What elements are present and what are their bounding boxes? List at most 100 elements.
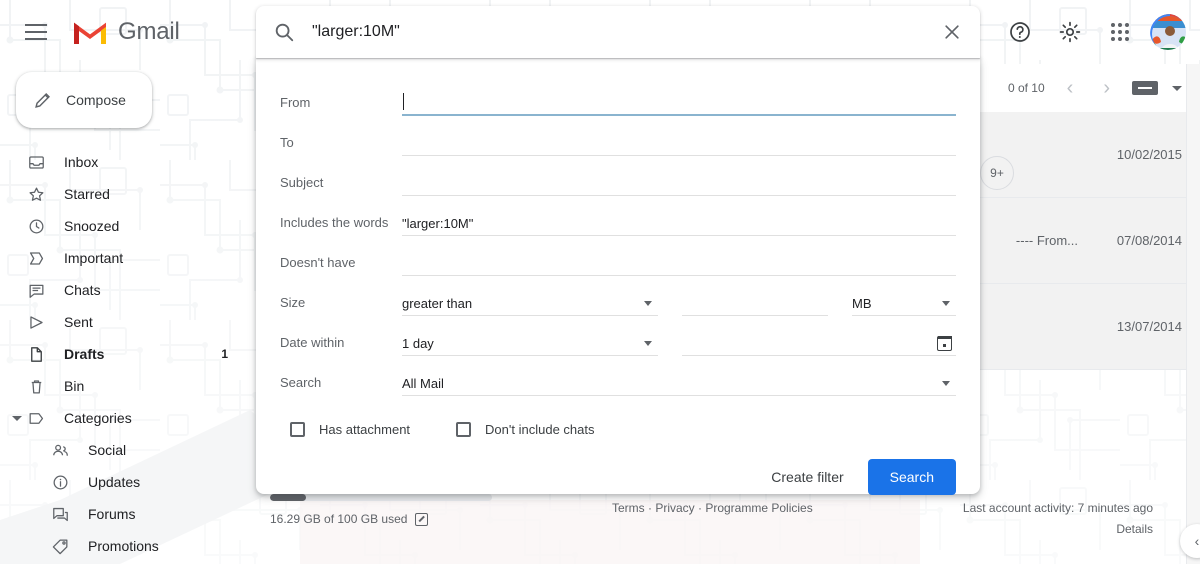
chat-icon [26, 280, 46, 300]
search-icon[interactable] [256, 21, 312, 43]
size-unit-select[interactable]: MB [852, 290, 956, 316]
search-scope-value: All Mail [402, 376, 444, 391]
apps-grid-icon[interactable] [1098, 10, 1142, 54]
sidebar-item-label: Updates [88, 474, 141, 490]
create-filter-button[interactable]: Create filter [757, 460, 857, 494]
to-input[interactable] [402, 130, 956, 156]
trash-icon [26, 376, 46, 396]
unread-count-badge: 9+ [980, 156, 1014, 190]
last-activity-label: Last account activity: 7 minutes ago [962, 501, 1153, 515]
date-input[interactable] [682, 330, 956, 356]
account-avatar[interactable] [1148, 12, 1188, 52]
sidebar-item-social[interactable]: Social [0, 434, 256, 466]
field-row-date-within: Date within 1 day [280, 316, 956, 356]
date-range-value: 1 day [402, 336, 434, 351]
field-row-size: Size greater than MB [280, 276, 956, 316]
size-amount-input[interactable] [682, 290, 828, 316]
gmail-brand[interactable]: Gmail [72, 18, 180, 46]
close-icon[interactable] [924, 22, 980, 42]
sidebar-item-snoozed[interactable]: Snoozed [0, 210, 256, 242]
sidebar-item-important[interactable]: Important [0, 242, 256, 274]
open-in-new-icon[interactable] [415, 512, 429, 526]
details-link[interactable]: Details [1116, 522, 1153, 536]
inbox-icon [26, 152, 46, 172]
from-input[interactable] [402, 90, 956, 116]
legal-links[interactable]: Terms · Privacy · Programme Policies [612, 501, 813, 515]
text-cursor [403, 93, 404, 110]
has-attachment-checkbox[interactable]: Has attachment [290, 422, 410, 437]
sidebar-item-categories[interactable]: Categories [0, 402, 256, 434]
size-operator-select[interactable]: greater than [402, 290, 658, 316]
includes-words-value: "larger:10M" [402, 216, 474, 231]
sidebar-item-starred[interactable]: Starred [0, 178, 256, 210]
size-unit-value: MB [852, 296, 872, 311]
advanced-search-dialog: From To Subject Includes the words "larg… [256, 58, 980, 495]
sidebar-item-count: 1 [221, 347, 228, 361]
sidebar-item-forums[interactable]: Forums [0, 498, 256, 530]
mail-snippet: ---- From... [1015, 233, 1078, 248]
field-row-subject: Subject [280, 156, 956, 196]
field-row-includes: Includes the words "larger:10M" [280, 196, 956, 236]
checkbox-box[interactable] [456, 422, 472, 437]
label-icon [26, 408, 46, 428]
field-label: From [280, 95, 311, 110]
checkbox-box[interactable] [290, 422, 305, 437]
sidebar-item-inbox[interactable]: Inbox [0, 146, 256, 178]
compose-button[interactable]: Compose [16, 72, 152, 128]
chevron-right-icon[interactable]: › [1095, 77, 1118, 100]
chevron-down-icon [942, 301, 950, 306]
storage-progress-bar [270, 494, 492, 501]
field-row-from: From [280, 76, 956, 116]
includes-words-input[interactable]: "larger:10M" [402, 210, 956, 236]
sidebar-item-drafts[interactable]: Drafts 1 [0, 338, 256, 370]
sidebar-item-label: Forums [88, 506, 136, 522]
hamburger-icon[interactable] [12, 8, 60, 56]
field-label: Includes the words [280, 215, 389, 230]
calendar-icon[interactable] [937, 336, 952, 351]
mail-date: 10/02/2015 [1116, 147, 1182, 162]
field-label: To [280, 135, 294, 150]
chevron-left-icon[interactable]: ‹ [1059, 77, 1082, 100]
doesnt-have-input[interactable] [402, 250, 956, 276]
field-label: Subject [280, 175, 324, 190]
search-scope-select[interactable]: All Mail [402, 370, 956, 396]
legal-label: Terms · Privacy · Programme Policies [612, 501, 813, 515]
sidebar-item-label: Snoozed [64, 218, 120, 234]
sidebar-item-label: Inbox [64, 154, 99, 170]
send-icon [26, 312, 46, 332]
header-actions [998, 0, 1188, 64]
mail-date: 13/07/2014 [1116, 319, 1182, 334]
sidebar-item-bin[interactable]: Bin [0, 370, 256, 402]
info-icon [50, 472, 70, 492]
sidebar-item-updates[interactable]: Updates [0, 466, 256, 498]
chevron-down-icon[interactable] [1172, 85, 1182, 91]
keyboard-icon[interactable] [1132, 81, 1158, 95]
exclude-chats-checkbox[interactable]: Don't include chats [456, 422, 594, 437]
field-row-to: To [280, 116, 956, 156]
clock-icon [26, 216, 46, 236]
field-label: Size [280, 295, 306, 310]
compose-label: Compose [66, 92, 126, 108]
chevron-left-icon[interactable]: ‹ [1180, 524, 1200, 558]
gmail-logo-icon [74, 22, 106, 44]
chevron-down-icon [644, 301, 652, 306]
gear-icon[interactable] [1048, 10, 1092, 54]
chevron-down-icon[interactable] [12, 415, 22, 421]
search-button[interactable]: Search [867, 459, 956, 495]
sidebar-item-chats[interactable]: Chats [0, 274, 256, 306]
sidebar-item-label: Sent [64, 314, 93, 330]
pager-label: 0 of 10 [1007, 81, 1045, 95]
brand-label: Gmail [118, 18, 180, 45]
chevron-down-icon [644, 341, 652, 346]
sidebar-item-sent[interactable]: Sent [0, 306, 256, 338]
date-range-select[interactable]: 1 day [402, 330, 658, 356]
sidebar-nav: Inbox Starred Snoozed Important Chats Se… [0, 146, 256, 562]
dialog-actions: Create filter Search [280, 459, 956, 495]
sidebar-item-label: Categories [64, 410, 132, 426]
draft-icon [26, 344, 46, 364]
help-icon[interactable] [998, 10, 1042, 54]
search-input[interactable]: "larger:10M" [312, 23, 924, 41]
storage-progress-fill [270, 494, 306, 501]
sidebar-item-promotions[interactable]: Promotions [0, 530, 256, 562]
subject-input[interactable] [402, 170, 956, 196]
